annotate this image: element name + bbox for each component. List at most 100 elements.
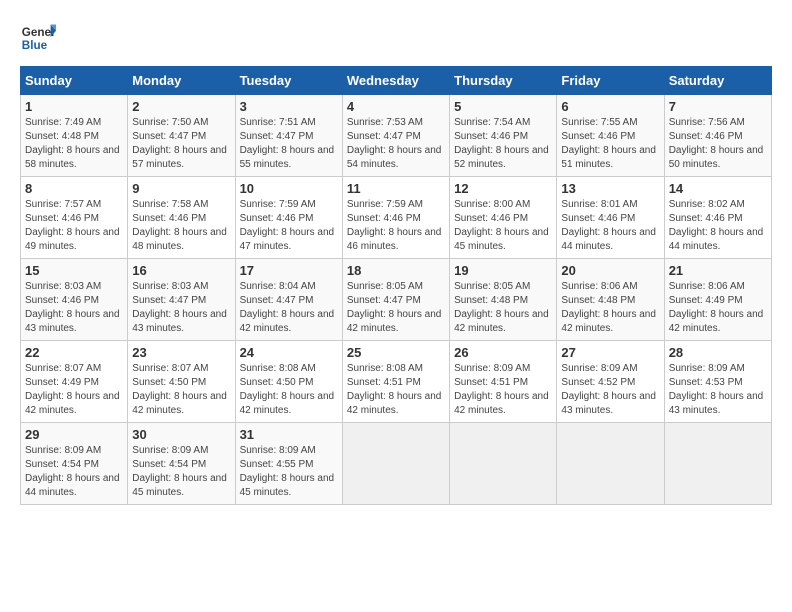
calendar-cell: 13 Sunrise: 8:01 AMSunset: 4:46 PMDaylig… [557, 177, 664, 259]
day-info: Sunrise: 7:49 AMSunset: 4:48 PMDaylight:… [25, 117, 120, 170]
calendar-cell: 9 Sunrise: 7:58 AMSunset: 4:46 PMDayligh… [128, 177, 235, 259]
calendar-cell: 31 Sunrise: 8:09 AMSunset: 4:55 PMDaylig… [235, 423, 342, 505]
calendar-cell: 23 Sunrise: 8:07 AMSunset: 4:50 PMDaylig… [128, 341, 235, 423]
calendar-cell: 1 Sunrise: 7:49 AMSunset: 4:48 PMDayligh… [21, 95, 128, 177]
calendar-cell: 17 Sunrise: 8:04 AMSunset: 4:47 PMDaylig… [235, 259, 342, 341]
day-number: 11 [347, 181, 445, 196]
day-info: Sunrise: 8:09 AMSunset: 4:51 PMDaylight:… [454, 363, 549, 416]
day-info: Sunrise: 8:02 AMSunset: 4:46 PMDaylight:… [669, 199, 764, 252]
logo-icon: General Blue [20, 20, 56, 56]
calendar-cell: 11 Sunrise: 7:59 AMSunset: 4:46 PMDaylig… [342, 177, 449, 259]
calendar-cell: 8 Sunrise: 7:57 AMSunset: 4:46 PMDayligh… [21, 177, 128, 259]
day-info: Sunrise: 7:53 AMSunset: 4:47 PMDaylight:… [347, 117, 442, 170]
calendar-header-monday: Monday [128, 67, 235, 95]
day-info: Sunrise: 7:56 AMSunset: 4:46 PMDaylight:… [669, 117, 764, 170]
calendar-week-5: 29 Sunrise: 8:09 AMSunset: 4:54 PMDaylig… [21, 423, 772, 505]
day-number: 5 [454, 99, 552, 114]
day-number: 18 [347, 263, 445, 278]
calendar-week-1: 1 Sunrise: 7:49 AMSunset: 4:48 PMDayligh… [21, 95, 772, 177]
day-info: Sunrise: 8:03 AMSunset: 4:47 PMDaylight:… [132, 281, 227, 334]
day-number: 17 [240, 263, 338, 278]
day-info: Sunrise: 7:50 AMSunset: 4:47 PMDaylight:… [132, 117, 227, 170]
calendar-header-sunday: Sunday [21, 67, 128, 95]
day-number: 25 [347, 345, 445, 360]
day-number: 12 [454, 181, 552, 196]
calendar-cell: 16 Sunrise: 8:03 AMSunset: 4:47 PMDaylig… [128, 259, 235, 341]
calendar-cell: 14 Sunrise: 8:02 AMSunset: 4:46 PMDaylig… [664, 177, 771, 259]
day-number: 14 [669, 181, 767, 196]
day-number: 29 [25, 427, 123, 442]
day-number: 31 [240, 427, 338, 442]
day-info: Sunrise: 8:05 AMSunset: 4:47 PMDaylight:… [347, 281, 442, 334]
calendar-cell [557, 423, 664, 505]
day-info: Sunrise: 8:04 AMSunset: 4:47 PMDaylight:… [240, 281, 335, 334]
calendar-cell: 27 Sunrise: 8:09 AMSunset: 4:52 PMDaylig… [557, 341, 664, 423]
day-number: 10 [240, 181, 338, 196]
day-info: Sunrise: 7:57 AMSunset: 4:46 PMDaylight:… [25, 199, 120, 252]
day-number: 30 [132, 427, 230, 442]
day-info: Sunrise: 7:54 AMSunset: 4:46 PMDaylight:… [454, 117, 549, 170]
day-number: 28 [669, 345, 767, 360]
day-info: Sunrise: 8:00 AMSunset: 4:46 PMDaylight:… [454, 199, 549, 252]
day-info: Sunrise: 8:07 AMSunset: 4:50 PMDaylight:… [132, 363, 227, 416]
calendar-cell: 2 Sunrise: 7:50 AMSunset: 4:47 PMDayligh… [128, 95, 235, 177]
day-number: 1 [25, 99, 123, 114]
calendar-header-row: SundayMondayTuesdayWednesdayThursdayFrid… [21, 67, 772, 95]
day-number: 4 [347, 99, 445, 114]
day-number: 2 [132, 99, 230, 114]
calendar-cell: 30 Sunrise: 8:09 AMSunset: 4:54 PMDaylig… [128, 423, 235, 505]
day-info: Sunrise: 8:06 AMSunset: 4:49 PMDaylight:… [669, 281, 764, 334]
day-number: 22 [25, 345, 123, 360]
calendar-cell [342, 423, 449, 505]
day-number: 23 [132, 345, 230, 360]
calendar-cell: 15 Sunrise: 8:03 AMSunset: 4:46 PMDaylig… [21, 259, 128, 341]
day-info: Sunrise: 7:51 AMSunset: 4:47 PMDaylight:… [240, 117, 335, 170]
calendar-body: 1 Sunrise: 7:49 AMSunset: 4:48 PMDayligh… [21, 95, 772, 505]
day-info: Sunrise: 8:08 AMSunset: 4:51 PMDaylight:… [347, 363, 442, 416]
calendar-cell: 19 Sunrise: 8:05 AMSunset: 4:48 PMDaylig… [450, 259, 557, 341]
day-number: 21 [669, 263, 767, 278]
day-info: Sunrise: 8:05 AMSunset: 4:48 PMDaylight:… [454, 281, 549, 334]
day-number: 26 [454, 345, 552, 360]
day-info: Sunrise: 7:59 AMSunset: 4:46 PMDaylight:… [240, 199, 335, 252]
calendar-cell [664, 423, 771, 505]
calendar-cell: 5 Sunrise: 7:54 AMSunset: 4:46 PMDayligh… [450, 95, 557, 177]
day-info: Sunrise: 8:09 AMSunset: 4:53 PMDaylight:… [669, 363, 764, 416]
day-number: 13 [561, 181, 659, 196]
calendar-cell: 6 Sunrise: 7:55 AMSunset: 4:46 PMDayligh… [557, 95, 664, 177]
day-number: 19 [454, 263, 552, 278]
day-number: 7 [669, 99, 767, 114]
calendar-cell: 21 Sunrise: 8:06 AMSunset: 4:49 PMDaylig… [664, 259, 771, 341]
calendar-cell: 28 Sunrise: 8:09 AMSunset: 4:53 PMDaylig… [664, 341, 771, 423]
day-info: Sunrise: 7:59 AMSunset: 4:46 PMDaylight:… [347, 199, 442, 252]
logo: General Blue [20, 20, 56, 56]
day-number: 9 [132, 181, 230, 196]
calendar-header-wednesday: Wednesday [342, 67, 449, 95]
calendar-cell: 24 Sunrise: 8:08 AMSunset: 4:50 PMDaylig… [235, 341, 342, 423]
day-info: Sunrise: 8:08 AMSunset: 4:50 PMDaylight:… [240, 363, 335, 416]
calendar-cell: 18 Sunrise: 8:05 AMSunset: 4:47 PMDaylig… [342, 259, 449, 341]
day-number: 27 [561, 345, 659, 360]
day-number: 24 [240, 345, 338, 360]
calendar-table: SundayMondayTuesdayWednesdayThursdayFrid… [20, 66, 772, 505]
calendar-week-2: 8 Sunrise: 7:57 AMSunset: 4:46 PMDayligh… [21, 177, 772, 259]
calendar-header-friday: Friday [557, 67, 664, 95]
day-info: Sunrise: 8:09 AMSunset: 4:54 PMDaylight:… [132, 445, 227, 498]
day-number: 8 [25, 181, 123, 196]
day-info: Sunrise: 8:01 AMSunset: 4:46 PMDaylight:… [561, 199, 656, 252]
svg-text:Blue: Blue [22, 39, 48, 52]
calendar-cell: 22 Sunrise: 8:07 AMSunset: 4:49 PMDaylig… [21, 341, 128, 423]
calendar-cell: 25 Sunrise: 8:08 AMSunset: 4:51 PMDaylig… [342, 341, 449, 423]
calendar-week-4: 22 Sunrise: 8:07 AMSunset: 4:49 PMDaylig… [21, 341, 772, 423]
day-info: Sunrise: 7:55 AMSunset: 4:46 PMDaylight:… [561, 117, 656, 170]
calendar-cell: 12 Sunrise: 8:00 AMSunset: 4:46 PMDaylig… [450, 177, 557, 259]
calendar-header-saturday: Saturday [664, 67, 771, 95]
day-info: Sunrise: 8:09 AMSunset: 4:52 PMDaylight:… [561, 363, 656, 416]
day-info: Sunrise: 7:58 AMSunset: 4:46 PMDaylight:… [132, 199, 227, 252]
calendar-cell: 29 Sunrise: 8:09 AMSunset: 4:54 PMDaylig… [21, 423, 128, 505]
calendar-cell: 26 Sunrise: 8:09 AMSunset: 4:51 PMDaylig… [450, 341, 557, 423]
day-info: Sunrise: 8:09 AMSunset: 4:54 PMDaylight:… [25, 445, 120, 498]
calendar-header-thursday: Thursday [450, 67, 557, 95]
day-info: Sunrise: 8:06 AMSunset: 4:48 PMDaylight:… [561, 281, 656, 334]
calendar-cell [450, 423, 557, 505]
